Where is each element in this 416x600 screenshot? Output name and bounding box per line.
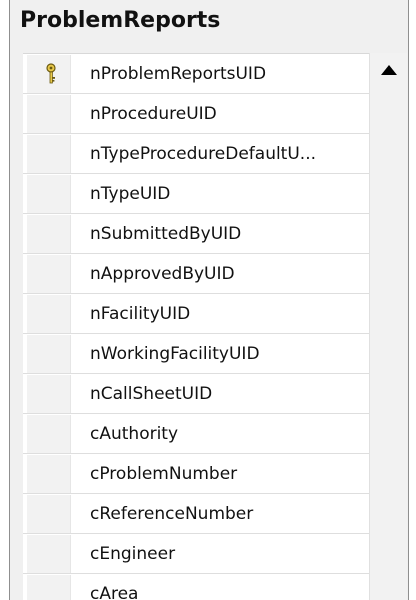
column-row[interactable]: nProcedureUID xyxy=(23,94,369,134)
row-selector[interactable] xyxy=(27,255,71,293)
column-grid: nProblemReportsUID nProcedureUID nTypePr… xyxy=(23,53,369,600)
row-selector[interactable] xyxy=(27,55,71,93)
vertical-scrollbar[interactable] xyxy=(369,53,407,600)
column-name: nWorkingFacilityUID xyxy=(90,344,260,364)
column-row[interactable]: nFacilityUID xyxy=(23,294,369,334)
column-name: nTypeProcedureDefaultU... xyxy=(90,144,317,164)
table-title: ProblemReports xyxy=(20,8,221,33)
column-name: nCallSheetUID xyxy=(90,384,213,404)
row-selector[interactable] xyxy=(27,295,71,333)
scroll-up-button[interactable] xyxy=(370,53,407,87)
row-selector[interactable] xyxy=(27,215,71,253)
column-name: cEngineer xyxy=(90,544,176,564)
row-selector[interactable] xyxy=(27,135,71,173)
column-name: nProblemReportsUID xyxy=(90,64,267,84)
column-row[interactable]: cProblemNumber xyxy=(23,454,369,494)
column-row[interactable]: nTypeUID xyxy=(23,174,369,214)
row-selector[interactable] xyxy=(27,415,71,453)
column-name: nTypeUID xyxy=(90,184,171,204)
column-name: cProblemNumber xyxy=(90,464,238,484)
row-selector[interactable] xyxy=(27,335,71,373)
column-name: nFacilityUID xyxy=(90,304,191,324)
column-row[interactable]: cAuthority xyxy=(23,414,369,454)
row-selector[interactable] xyxy=(27,175,71,213)
column-name: nProcedureUID xyxy=(90,104,217,124)
column-row[interactable]: nSubmittedByUID xyxy=(23,214,369,254)
key-icon xyxy=(46,63,56,84)
column-name: cReferenceNumber xyxy=(90,504,254,524)
column-row[interactable]: cArea xyxy=(23,574,369,600)
column-row[interactable]: nTypeProcedureDefaultU... xyxy=(23,134,369,174)
column-row[interactable]: nCallSheetUID xyxy=(23,374,369,414)
column-row[interactable]: cEngineer xyxy=(23,534,369,574)
column-name: nApprovedByUID xyxy=(90,264,235,284)
column-row[interactable]: cReferenceNumber xyxy=(23,494,369,534)
table-window: ProblemReports nProblemReportsUID nProce… xyxy=(9,0,409,600)
column-name: nSubmittedByUID xyxy=(90,224,242,244)
row-selector[interactable] xyxy=(27,495,71,533)
column-row[interactable]: nProblemReportsUID xyxy=(23,54,369,94)
column-name: cArea xyxy=(90,584,139,600)
column-name: cAuthority xyxy=(90,424,179,444)
row-selector[interactable] xyxy=(27,535,71,573)
row-selector[interactable] xyxy=(27,575,71,600)
triangle-up-icon xyxy=(380,65,397,75)
row-selector[interactable] xyxy=(27,455,71,493)
row-selector[interactable] xyxy=(27,375,71,413)
row-selector[interactable] xyxy=(27,95,71,133)
column-row[interactable]: nApprovedByUID xyxy=(23,254,369,294)
column-row[interactable]: nWorkingFacilityUID xyxy=(23,334,369,374)
